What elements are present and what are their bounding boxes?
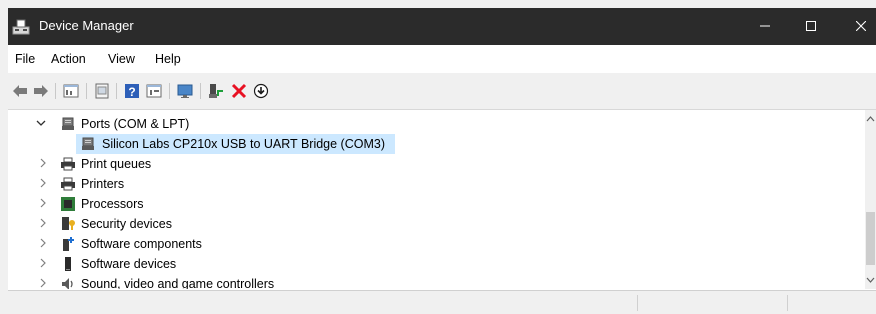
tree-item-label: Software devices — [81, 257, 177, 271]
toolbar-separator — [86, 83, 87, 99]
scroll-down-icon[interactable] — [865, 274, 876, 286]
software-component-icon — [63, 237, 74, 251]
status-bar — [8, 290, 876, 314]
uninstall-device-icon[interactable] — [230, 82, 248, 100]
tree-item-label: Printers — [81, 177, 125, 191]
tree-item-label: Security devices — [81, 217, 173, 231]
menu-view[interactable]: View — [108, 52, 135, 66]
tree-item-printers[interactable]: Printers — [8, 174, 865, 194]
processor-icon — [61, 197, 75, 211]
tree-item-software-components[interactable]: Software components — [8, 234, 865, 254]
speaker-icon — [62, 278, 73, 289]
download-driver-icon[interactable] — [252, 82, 270, 100]
printer-icon — [61, 177, 75, 191]
toolbar-separator — [200, 83, 201, 99]
tree-item-print-queues[interactable]: Print queues — [8, 154, 865, 174]
close-button[interactable] — [838, 8, 876, 45]
show-hidden-icon[interactable] — [145, 82, 163, 100]
device-manager-window: Device Manager File Action View Help ? P… — [8, 8, 876, 314]
security-device-icon — [62, 217, 75, 230]
svg-text:?: ? — [128, 85, 135, 99]
toolbar-separator — [55, 83, 56, 99]
help-icon[interactable]: ? — [123, 82, 141, 100]
window-title: Device Manager — [39, 18, 134, 33]
title-bar[interactable]: Device Manager — [8, 8, 876, 45]
maximize-button[interactable] — [788, 8, 834, 45]
back-icon[interactable] — [11, 82, 29, 100]
tree-item-label: Software components — [81, 237, 202, 251]
tree-item-label: Sound, video and game controllers — [81, 277, 275, 289]
toolbar-separator — [169, 83, 170, 99]
minimize-icon — [760, 25, 770, 27]
software-device-icon — [65, 257, 71, 271]
tree-item-ports[interactable]: Ports (COM & LPT) — [8, 114, 865, 134]
chevron-down-icon[interactable] — [36, 118, 46, 128]
tree-item-label: Print queues — [81, 157, 152, 171]
device-tree[interactable]: Ports (COM & LPT) Silicon Labs CP210x US… — [8, 110, 865, 289]
minimize-button[interactable] — [742, 8, 788, 45]
toolbar-separator — [116, 83, 117, 99]
maximize-icon — [806, 21, 816, 31]
status-pane-divider — [787, 295, 788, 311]
chevron-right-icon[interactable] — [38, 198, 48, 208]
tree-item-label: Silicon Labs CP210x USB to UART Bridge (… — [102, 137, 385, 151]
status-pane-divider — [637, 295, 638, 311]
menu-bar: File Action View Help — [8, 45, 876, 73]
tree-item-label: Processors — [81, 197, 144, 211]
tree-item-label: Ports (COM & LPT) — [81, 117, 190, 131]
menu-help[interactable]: Help — [155, 52, 181, 66]
tree-item-processors[interactable]: Processors — [8, 194, 865, 214]
scrollbar-thumb[interactable] — [866, 212, 875, 265]
port-icon — [62, 117, 74, 130]
chevron-right-icon[interactable] — [38, 278, 48, 288]
menu-action[interactable]: Action — [51, 52, 86, 66]
close-icon — [855, 20, 867, 32]
scroll-up-icon[interactable] — [865, 113, 876, 125]
print-queue-icon — [61, 157, 75, 171]
chevron-right-icon[interactable] — [38, 258, 48, 268]
update-driver-icon[interactable] — [93, 82, 111, 100]
forward-icon[interactable] — [32, 82, 50, 100]
port-device-icon — [82, 137, 94, 150]
tree-item-sound-video-game-controllers[interactable]: Sound, video and game controllers — [8, 274, 865, 289]
tree-item-software-devices[interactable]: Software devices — [8, 254, 865, 274]
chevron-right-icon[interactable] — [38, 238, 48, 248]
chevron-right-icon[interactable] — [38, 218, 48, 228]
device-manager-icon — [12, 19, 30, 35]
menu-file[interactable]: File — [15, 52, 35, 66]
monitor-icon[interactable] — [176, 82, 194, 100]
enable-device-icon[interactable] — [207, 82, 225, 100]
chevron-right-icon[interactable] — [38, 158, 48, 168]
tree-item-security-devices[interactable]: Security devices — [8, 214, 865, 234]
toolbar: ? — [8, 73, 876, 110]
properties-icon[interactable] — [62, 82, 80, 100]
vertical-scrollbar[interactable] — [865, 110, 876, 289]
tree-item-silicon-labs-cp210x[interactable]: Silicon Labs CP210x USB to UART Bridge (… — [8, 134, 865, 154]
chevron-right-icon[interactable] — [38, 178, 48, 188]
